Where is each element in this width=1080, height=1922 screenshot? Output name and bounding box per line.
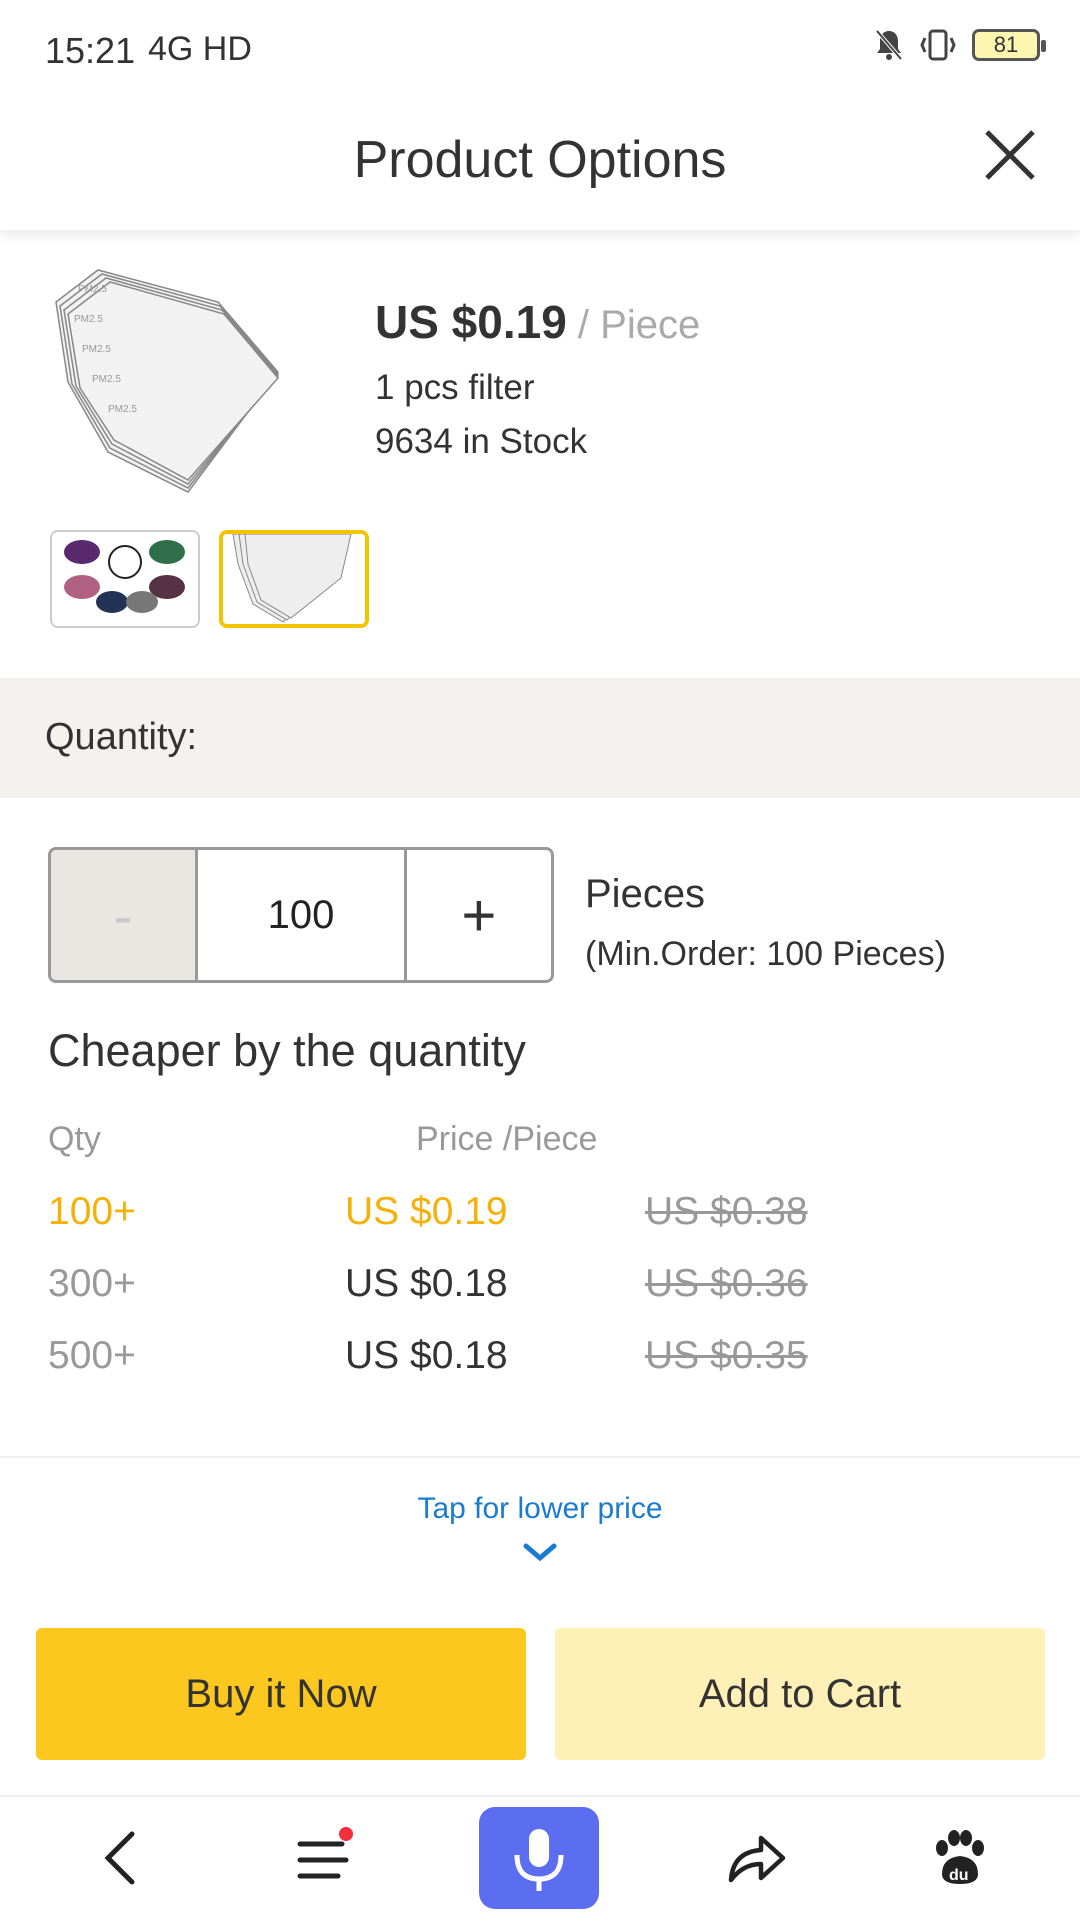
product-image: PM2.5 PM2.5 PM2.5 PM2.5 PM2.5 (55, 269, 279, 493)
tier-col-price: Price /Piece (416, 1120, 598, 1158)
battery-indicator: 81 (972, 29, 1046, 61)
status-bar: 15:21 4G HD 81 (0, 0, 1080, 100)
svg-text:PM2.5: PM2.5 (78, 284, 107, 295)
voice-search-button[interactable] (479, 1807, 599, 1909)
quantity-stepper: - 100 + (48, 847, 554, 983)
tier-original-price: US $0.38 (645, 1190, 808, 1233)
svg-text:PM2.5: PM2.5 (82, 344, 111, 355)
page-title: Product Options (353, 131, 727, 189)
paw-icon[interactable]: du (928, 1828, 988, 1888)
network-indicator: 4G HD (148, 30, 252, 68)
tier-price: US $0.18 (345, 1262, 508, 1305)
buy-now-button[interactable]: Buy it Now (36, 1628, 526, 1760)
chevron-down-icon[interactable] (522, 1540, 558, 1564)
share-icon[interactable] (725, 1830, 787, 1886)
tier-pricing-title: Cheaper by the quantity (48, 1025, 526, 1076)
svg-text:du: du (949, 1867, 969, 1884)
filter-thumbnail (223, 534, 365, 624)
tier-qty: 100+ (48, 1190, 136, 1233)
status-icons: 81 (874, 28, 1046, 62)
increment-button[interactable]: + (407, 850, 551, 980)
tier-original-price: US $0.36 (645, 1262, 808, 1305)
quantity-section-header: Quantity: (0, 678, 1080, 798)
lower-price-link[interactable]: Tap for lower price (0, 1492, 1080, 1526)
tier-price: US $0.18 (345, 1334, 508, 1377)
divider (0, 1456, 1080, 1458)
svg-text:PM2.5: PM2.5 (92, 374, 121, 385)
stock-count: 9634 in Stock (375, 422, 588, 461)
tier-original-price: US $0.35 (645, 1334, 808, 1377)
min-order-note: (Min.Order: 100 Pieces) (585, 935, 946, 973)
status-time: 15:21 (45, 30, 136, 71)
back-icon[interactable] (100, 1830, 140, 1886)
add-to-cart-button[interactable]: Add to Cart (555, 1628, 1045, 1760)
quantity-label: Quantity: (45, 716, 198, 758)
menu-icon[interactable] (296, 1826, 360, 1886)
tier-col-qty: Qty (48, 1120, 101, 1158)
tier-qty: 300+ (48, 1262, 136, 1305)
variant-swatch-filter[interactable] (219, 530, 369, 628)
masks-thumbnail (52, 532, 198, 626)
tier-qty: 500+ (48, 1334, 136, 1377)
decrement-button[interactable]: - (51, 850, 199, 980)
vibrate-icon (920, 29, 956, 61)
header: Product Options (0, 100, 1080, 230)
variant-swatch-masks[interactable] (50, 530, 200, 628)
product-variant: 1 pcs filter (375, 368, 535, 407)
close-icon[interactable] (975, 120, 1045, 190)
microphone-icon (514, 1829, 564, 1891)
svg-text:PM2.5: PM2.5 (74, 314, 103, 325)
quantity-unit: Pieces (585, 872, 706, 916)
svg-text:PM2.5: PM2.5 (108, 404, 137, 415)
tier-price: US $0.19 (345, 1190, 508, 1233)
price-unit: / Piece (566, 303, 701, 347)
quantity-input[interactable]: 100 (198, 850, 407, 980)
product-price: US $0.19 / Piece (375, 296, 701, 348)
bell-muted-icon (875, 29, 903, 61)
